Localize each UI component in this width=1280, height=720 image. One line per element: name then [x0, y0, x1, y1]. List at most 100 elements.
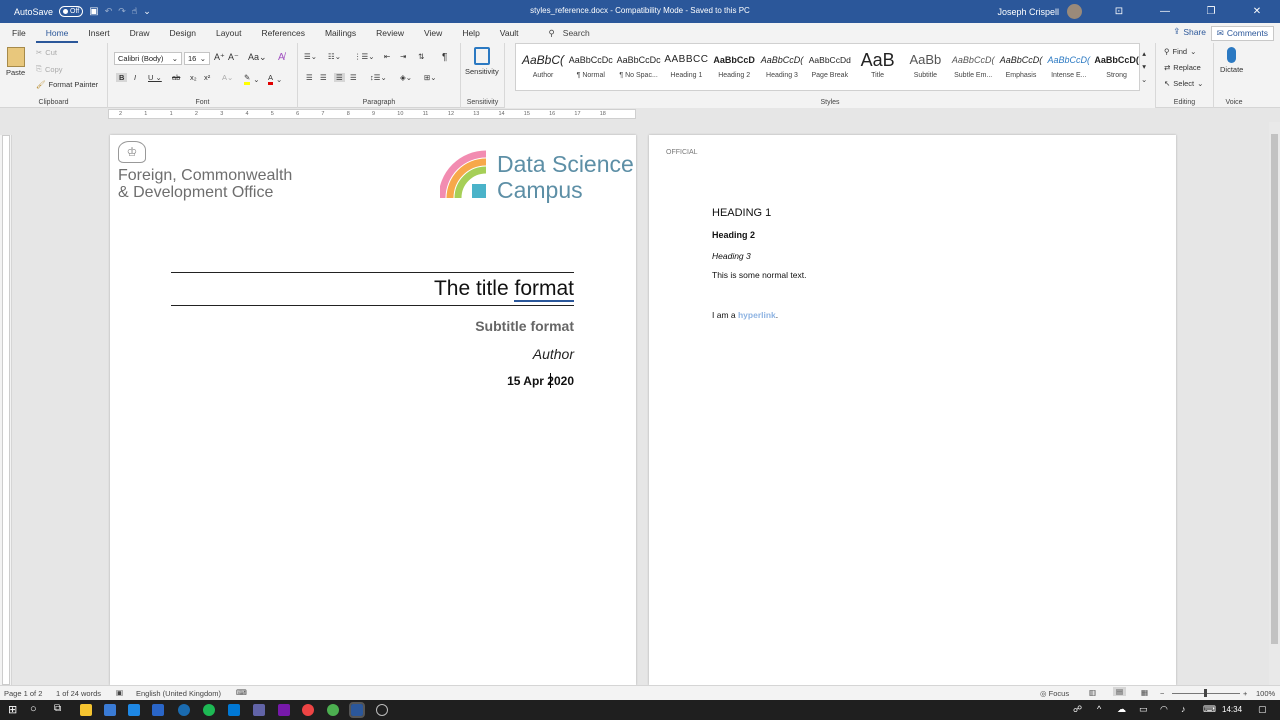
font-color-icon[interactable]: A ⌄ — [268, 73, 282, 85]
redo-icon[interactable]: ↷ — [118, 6, 126, 17]
outlook-icon[interactable] — [228, 704, 240, 716]
word-icon[interactable] — [349, 702, 365, 718]
style-strong[interactable]: AaBbCcD(Strong — [1094, 48, 1140, 92]
style-subtitle[interactable]: AaBb Subtitle — [902, 48, 948, 92]
zoom-out-icon[interactable]: − — [1160, 689, 1164, 698]
file-explorer-icon[interactable] — [80, 704, 92, 716]
wifi-icon[interactable]: ◠ — [1160, 704, 1168, 715]
underline-button[interactable]: U ⌄ — [148, 73, 162, 82]
justify-icon[interactable]: ☰ — [350, 73, 357, 82]
tab-help[interactable]: Help — [452, 23, 489, 43]
shrink-font-icon[interactable]: A⁻ — [228, 52, 239, 63]
heading-1-text[interactable]: HEADING 1 — [712, 207, 771, 219]
page-count[interactable]: Page 1 of 2 — [4, 689, 42, 698]
tab-draw[interactable]: Draw — [120, 23, 160, 43]
undo-icon[interactable]: ↶ — [105, 6, 113, 17]
normal-text[interactable]: This is some normal text. — [712, 270, 806, 280]
notifications-icon[interactable]: ▢ — [1258, 704, 1267, 715]
dictate-button[interactable]: Dictate — [1220, 47, 1243, 74]
hyperlink[interactable]: hyperlink — [738, 310, 776, 320]
scrollbar-thumb[interactable] — [1271, 134, 1278, 644]
sort-icon[interactable]: ⇅ — [418, 52, 424, 61]
styles-scroll[interactable]: ▴ ▾ ⌄ — [1141, 49, 1147, 84]
network-icon[interactable]: ☁ — [1117, 704, 1126, 715]
shading-icon[interactable]: ◈⌄ — [400, 73, 412, 82]
style-intense-e[interactable]: AaBbCcD(Intense E... — [1046, 48, 1092, 92]
line-spacing-icon[interactable]: ↕☰⌄ — [370, 73, 387, 82]
read-mode-icon[interactable]: ▥ — [1089, 688, 1096, 697]
zoom-level[interactable]: 100% — [1256, 689, 1275, 698]
comments-button[interactable]: ✉ Comments — [1210, 26, 1274, 41]
focus-button[interactable]: ◎ Focus — [1040, 689, 1069, 698]
numbering-icon[interactable]: ☷⌄ — [328, 52, 341, 61]
tab-insert[interactable]: Insert — [78, 23, 119, 43]
tab-references[interactable]: References — [252, 23, 315, 43]
avatar[interactable] — [1067, 4, 1082, 19]
page-1[interactable]: ♔ Foreign, Commonwealth & Development Of… — [110, 135, 636, 685]
style-author[interactable]: AaBbC(Author — [520, 48, 566, 92]
tab-file[interactable]: File — [2, 23, 36, 43]
autosave-toggle[interactable]: Off — [59, 6, 84, 17]
onenote-icon[interactable] — [278, 704, 290, 716]
multilevel-list-icon[interactable]: ⋮☰⌄ — [354, 52, 375, 61]
author-text[interactable]: Author — [171, 346, 574, 362]
change-case-icon[interactable]: Aa⌄ — [248, 52, 267, 63]
find-button[interactable]: ⚲ Find ⌄ — [1164, 47, 1196, 56]
word-count[interactable]: 1 of 24 words — [56, 689, 101, 698]
tab-review[interactable]: Review — [366, 23, 414, 43]
superscript-button[interactable]: x² — [204, 73, 210, 82]
style-emphasis[interactable]: AaBbCcD(Emphasis — [998, 48, 1044, 92]
style-heading-3[interactable]: AaBbCcD(Heading 3 — [759, 48, 805, 92]
rstudio-icon[interactable] — [104, 704, 116, 716]
minimize-icon[interactable]: — — [1142, 6, 1188, 17]
sensitivity-button[interactable]: Sensitivity — [465, 47, 499, 76]
tab-layout[interactable]: Layout — [206, 23, 252, 43]
format-painter-button[interactable]: 🖌 Format Painter — [36, 80, 98, 89]
chrome-icon[interactable] — [302, 704, 314, 716]
bold-button[interactable]: B — [116, 73, 128, 82]
tab-vault[interactable]: Vault — [490, 23, 529, 43]
vertical-ruler[interactable] — [0, 135, 12, 685]
chrome-profile-icon[interactable] — [327, 704, 339, 716]
show-hidden-icon[interactable]: ^ — [1097, 704, 1101, 714]
customize-toolbar-icon[interactable]: ⌄ — [143, 6, 151, 17]
page-2[interactable]: OFFICIAL HEADING 1 Heading 2 Heading 3 T… — [649, 135, 1176, 685]
tab-design[interactable]: Design — [160, 23, 206, 43]
zoom-slider-thumb[interactable] — [1204, 689, 1207, 697]
font-size-dropdown[interactable]: 16 ⌄ — [184, 52, 210, 65]
borders-icon[interactable]: ⊞⌄ — [424, 73, 437, 82]
save-icon[interactable]: ▣ — [89, 6, 98, 17]
search-box[interactable]: ⚲ Search — [549, 28, 590, 39]
user-name[interactable]: Joseph Crispell — [997, 7, 1059, 17]
share-button[interactable]: ⇪ Share — [1173, 26, 1206, 37]
document-title-text[interactable]: The title format — [171, 277, 574, 302]
proofing-icon[interactable]: ▣ — [116, 688, 123, 697]
print-layout-icon[interactable]: ▤ — [1113, 687, 1127, 696]
replace-button[interactable]: ⇄ Replace — [1164, 63, 1201, 72]
decrease-indent-icon[interactable]: ⇤ — [384, 52, 390, 61]
style-heading-1[interactable]: AABBCC Heading 1 — [663, 48, 709, 92]
powershell-icon[interactable] — [152, 704, 164, 716]
r-icon[interactable] — [178, 704, 190, 716]
increase-indent-icon[interactable]: ⇥ — [400, 52, 406, 61]
teams-icon[interactable] — [253, 704, 265, 716]
header-classification[interactable]: OFFICIAL — [666, 149, 698, 156]
battery-icon[interactable]: ▭ — [1139, 704, 1148, 715]
search-icon[interactable]: ○ — [30, 703, 37, 715]
restore-icon[interactable]: ❐ — [1188, 6, 1234, 17]
cut-button[interactable]: ✂ Cut — [36, 48, 57, 57]
horizontal-ruler[interactable]: 2 1 1 2 3 4 5 6 7 8 9 10 11 12 13 14 15 16 17 18 — [108, 109, 636, 119]
select-button[interactable]: ↖ Select ⌄ — [1164, 79, 1203, 88]
copy-button[interactable]: ⎘ Copy — [36, 64, 63, 74]
style-page-break[interactable]: AaBbCcDd Page Break — [807, 48, 853, 92]
clear-formatting-icon[interactable]: A̸ — [278, 52, 285, 63]
web-layout-icon[interactable]: ▦ — [1141, 688, 1148, 697]
font-name-dropdown[interactable]: Calibri (Body) ⌄ — [114, 52, 182, 65]
clock-app-icon[interactable] — [376, 704, 388, 716]
subtitle-text[interactable]: Subtitle format — [171, 318, 574, 334]
paste-button[interactable]: Paste — [6, 47, 25, 77]
style-normal[interactable]: AaBbCcDc ¶ Normal — [568, 48, 614, 92]
pilcrow-icon[interactable]: ¶ — [442, 52, 447, 63]
people-icon[interactable]: ☍ — [1073, 704, 1082, 715]
language-indicator[interactable]: English (United Kingdom) — [136, 689, 221, 698]
